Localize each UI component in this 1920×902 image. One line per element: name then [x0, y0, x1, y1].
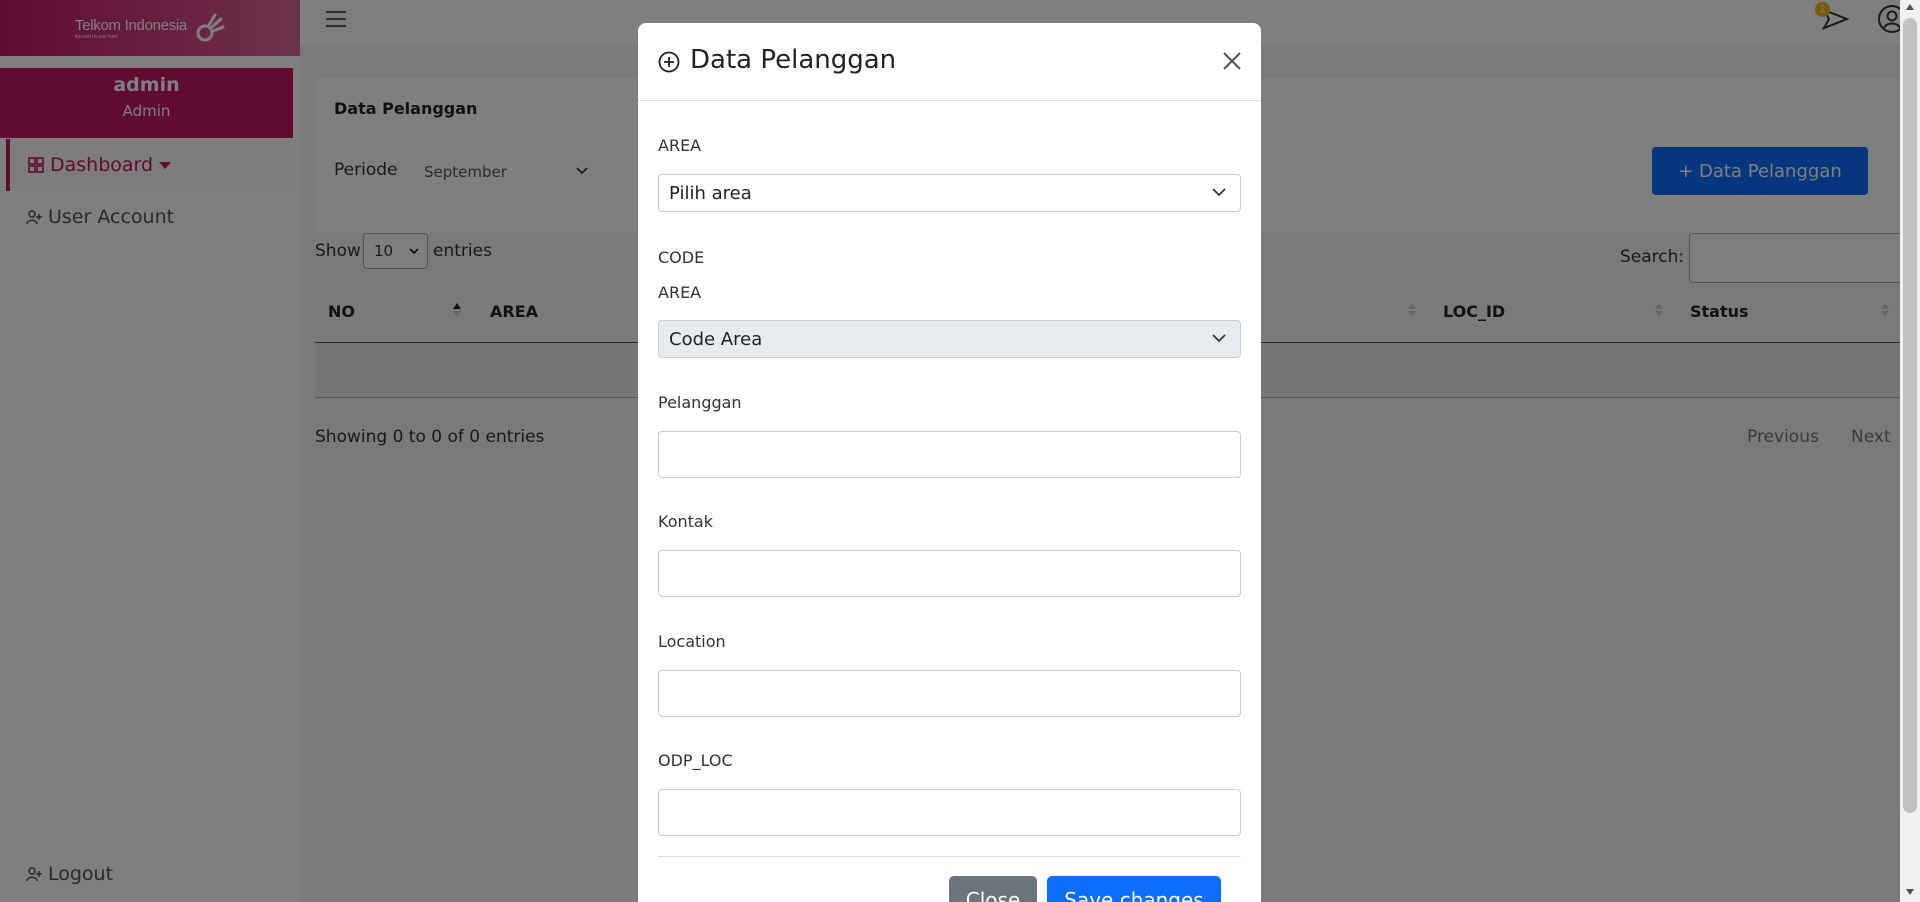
chevron-down-icon	[1212, 334, 1226, 343]
pelanggan-label: Pelanggan	[658, 393, 742, 412]
close-icon[interactable]	[1222, 51, 1242, 71]
code-area-value: Code Area	[669, 329, 763, 350]
modal-header: Data Pelanggan	[638, 23, 1261, 101]
area-select-value: Pilih area	[669, 183, 752, 204]
location-label: Location	[658, 632, 726, 651]
scroll-down-icon[interactable]	[1905, 888, 1915, 896]
close-button[interactable]: Close	[949, 876, 1037, 902]
add-pelanggan-modal: Data Pelanggan AREA Pilih area CODE AREA…	[638, 23, 1261, 902]
scrollbar-thumb[interactable]	[1903, 18, 1917, 813]
plus-circle-icon	[658, 51, 680, 73]
kontak-label: Kontak	[658, 512, 713, 531]
modal-title: Data Pelanggan	[690, 45, 897, 75]
area-select[interactable]: Pilih area	[658, 174, 1241, 212]
location-input[interactable]	[658, 670, 1241, 717]
area-label: AREA	[658, 136, 702, 155]
kontak-input[interactable]	[658, 550, 1241, 597]
code-area-select[interactable]: Code Area	[658, 320, 1241, 358]
odp-loc-label: ODP_LOC	[658, 751, 733, 770]
modal-footer-divider	[658, 856, 1241, 857]
pelanggan-input[interactable]	[658, 431, 1241, 478]
odp-loc-input[interactable]	[658, 789, 1241, 836]
chevron-down-icon	[1212, 188, 1226, 197]
code-area-label: AREA	[658, 283, 702, 302]
scroll-up-icon[interactable]	[1905, 3, 1915, 11]
save-changes-button[interactable]: Save changes	[1047, 876, 1221, 902]
code-label: CODE	[658, 248, 705, 267]
